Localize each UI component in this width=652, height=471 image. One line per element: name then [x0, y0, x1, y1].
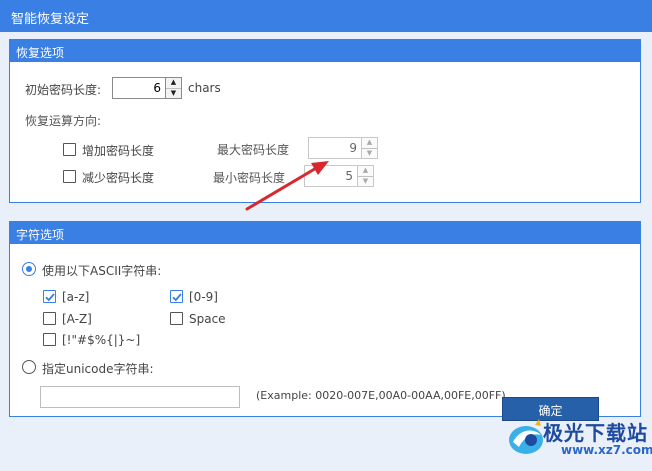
watermark: 极光下载站 www.xz7.com [505, 413, 652, 469]
min-length-label: 最小密码长度 [213, 171, 286, 185]
direction-label: 恢复运算方向: [25, 114, 102, 128]
set-space-label[interactable]: Space [189, 312, 226, 326]
initial-length-spinner[interactable]: 6 ▲ ▼ [112, 77, 182, 99]
unicode-example: (Example: 0020-007E,00A0-00AA,00FE,00FF) [256, 389, 506, 402]
check-icon [172, 293, 182, 302]
check-icon [45, 293, 55, 302]
brand-logo-icon [509, 419, 543, 454]
set-a-z-checkbox[interactable] [43, 290, 56, 303]
initial-length-value[interactable]: 6 [113, 78, 165, 98]
increase-length-checkbox[interactable] [63, 143, 76, 156]
initial-length-unit: chars [188, 81, 221, 95]
spin-down-icon[interactable]: ▼ [166, 87, 181, 98]
spin-up-icon[interactable]: ▲ [362, 138, 377, 148]
min-length-arrows: ▲ ▼ [357, 166, 373, 186]
set-symbols-label[interactable]: [!"#$%{|}~] [62, 333, 140, 347]
max-length-label: 最大密码长度 [217, 143, 290, 157]
watermark-brand: 极光下载站 [543, 421, 648, 445]
char-options-header: 字符选项 [10, 222, 640, 244]
spin-up-icon[interactable]: ▲ [166, 78, 181, 88]
max-length-spinner[interactable]: 9 ▲ ▼ [308, 137, 378, 159]
unicode-radio[interactable] [22, 360, 36, 374]
max-length-value[interactable]: 9 [309, 138, 361, 158]
initial-length-label: 初始密码长度: [25, 83, 102, 97]
set-0-9-checkbox[interactable] [170, 290, 183, 303]
min-length-spinner[interactable]: 5 ▲ ▼ [304, 165, 374, 187]
watermark-url: www.xz7.com [561, 443, 652, 457]
unicode-label[interactable]: 指定unicode字符串: [42, 360, 154, 377]
min-length-value[interactable]: 5 [305, 166, 357, 186]
set-symbols-checkbox[interactable] [43, 333, 56, 346]
unicode-input[interactable] [40, 386, 240, 408]
set-upper-a-z-label[interactable]: [A-Z] [62, 312, 92, 326]
set-0-9-label[interactable]: [0-9] [189, 290, 218, 304]
ascii-label[interactable]: 使用以下ASCII字符串: [42, 262, 161, 279]
recovery-options-header: 恢复选项 [10, 40, 640, 62]
spin-down-icon[interactable]: ▼ [358, 175, 373, 186]
initial-length-arrows: ▲ ▼ [165, 78, 181, 98]
spin-down-icon[interactable]: ▼ [362, 147, 377, 158]
decrease-length-label[interactable]: 减少密码长度 [82, 169, 154, 186]
increase-length-label[interactable]: 增加密码长度 [82, 142, 154, 159]
max-length-arrows: ▲ ▼ [361, 138, 377, 158]
set-upper-a-z-checkbox[interactable] [43, 312, 56, 325]
set-a-z-label[interactable]: [a-z] [62, 290, 89, 304]
set-space-checkbox[interactable] [170, 312, 183, 325]
decrease-length-checkbox[interactable] [63, 170, 76, 183]
ascii-radio[interactable] [22, 262, 36, 276]
spin-up-icon[interactable]: ▲ [358, 166, 373, 176]
window-title: 智能恢复设定 [11, 12, 90, 27]
title-bar: 智能恢复设定 [0, 0, 652, 32]
